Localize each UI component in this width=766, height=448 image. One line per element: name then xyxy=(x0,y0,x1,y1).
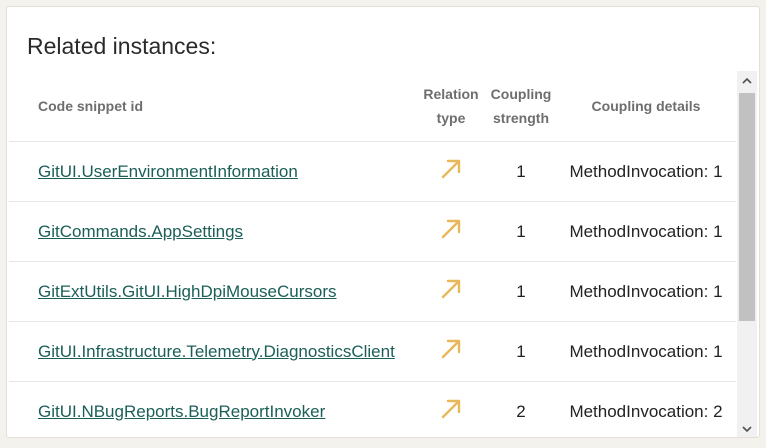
chevron-up-icon xyxy=(742,77,752,84)
table-row: GitCommands.AppSettings 1 MethodInvocati… xyxy=(9,201,736,262)
table-header-row: Code snippet id Relation type Coupling s… xyxy=(9,71,736,142)
scrollbar-thumb[interactable] xyxy=(739,93,755,321)
relation-type-cell xyxy=(416,321,486,382)
coupling-details-cell: MethodInvocation: 1 xyxy=(556,201,736,262)
snippet-id-cell: GitUI.Infrastructure.Telemetry.Diagnosti… xyxy=(9,321,416,382)
table-row: GitUI.NBugReports.BugReportInvoker 2 Met… xyxy=(9,381,736,437)
scroll-down-button[interactable] xyxy=(737,419,757,437)
chevron-down-icon xyxy=(742,426,752,433)
arrow-up-right-icon xyxy=(441,159,461,179)
relation-type-cell xyxy=(416,141,486,202)
snippet-link[interactable]: GitCommands.AppSettings xyxy=(38,222,243,241)
related-instances-panel: Related instances: Code snippet id Relat… xyxy=(6,6,760,438)
coupling-strength-cell: 2 xyxy=(486,381,556,437)
panel-title: Related instances: xyxy=(27,33,217,59)
relation-type-cell xyxy=(416,261,486,322)
arrow-up-right-icon xyxy=(441,339,461,359)
relation-type-cell xyxy=(416,381,486,437)
coupling-strength-cell: 1 xyxy=(486,201,556,262)
related-instances-table: Code snippet id Relation type Coupling s… xyxy=(9,71,736,437)
snippet-id-cell: GitExtUtils.GitUI.HighDpiMouseCursors xyxy=(9,261,416,322)
arrow-up-right-icon xyxy=(441,399,461,419)
table-row: GitUI.Infrastructure.Telemetry.Diagnosti… xyxy=(9,321,736,382)
snippet-id-cell: GitCommands.AppSettings xyxy=(9,201,416,262)
coupling-strength-cell: 1 xyxy=(486,321,556,382)
coupling-details-cell: MethodInvocation: 1 xyxy=(556,141,736,202)
arrow-up-right-icon xyxy=(441,219,461,239)
vertical-scrollbar[interactable] xyxy=(737,71,757,437)
snippet-link[interactable]: GitUI.NBugReports.BugReportInvoker xyxy=(38,402,325,421)
snippet-link[interactable]: GitUI.UserEnvironmentInformation xyxy=(38,162,298,181)
coupling-details-cell: MethodInvocation: 1 xyxy=(556,321,736,382)
table-row: GitExtUtils.GitUI.HighDpiMouseCursors 1 … xyxy=(9,261,736,322)
relation-type-cell xyxy=(416,201,486,262)
header-relation-type[interactable]: Relation type xyxy=(416,71,486,142)
coupling-details-cell: MethodInvocation: 1 xyxy=(556,261,736,322)
coupling-details-cell: MethodInvocation: 2 xyxy=(556,381,736,437)
table-scroll-area[interactable]: Code snippet id Relation type Coupling s… xyxy=(9,71,759,437)
coupling-strength-cell: 1 xyxy=(486,261,556,322)
snippet-id-cell: GitUI.UserEnvironmentInformation xyxy=(9,141,416,202)
header-coupling-strength[interactable]: Coupling strength xyxy=(486,71,556,142)
table-row: GitUI.UserEnvironmentInformation 1 Metho… xyxy=(9,141,736,202)
snippet-link[interactable]: GitExtUtils.GitUI.HighDpiMouseCursors xyxy=(38,282,337,301)
snippet-id-cell: GitUI.NBugReports.BugReportInvoker xyxy=(9,381,416,437)
header-snippet-id[interactable]: Code snippet id xyxy=(9,71,416,142)
scroll-up-button[interactable] xyxy=(737,71,757,91)
arrow-up-right-icon xyxy=(441,279,461,299)
coupling-strength-cell: 1 xyxy=(486,141,556,202)
header-coupling-details[interactable]: Coupling details xyxy=(556,71,736,142)
snippet-link[interactable]: GitUI.Infrastructure.Telemetry.Diagnosti… xyxy=(38,342,395,361)
